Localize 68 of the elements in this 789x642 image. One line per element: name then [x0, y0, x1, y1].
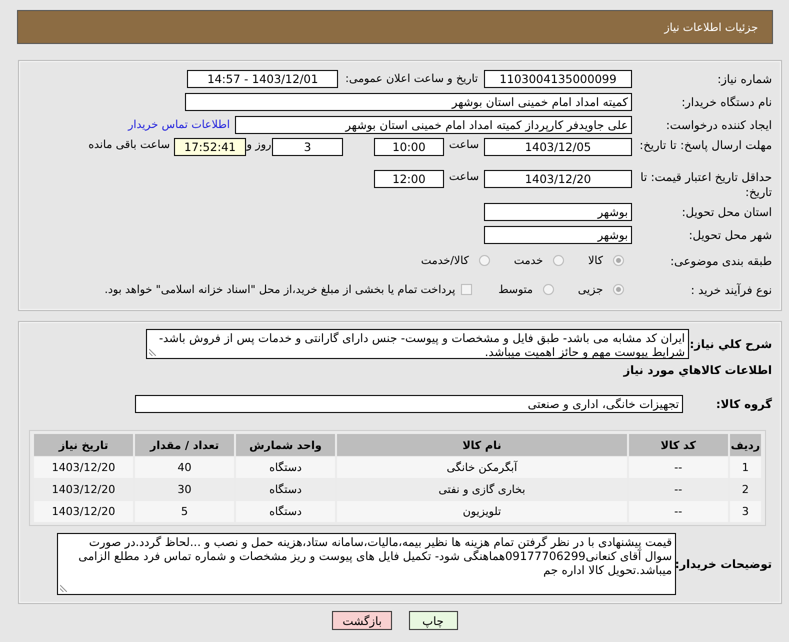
radio-button[interactable] [613, 284, 624, 295]
table-cell: 1 [730, 457, 761, 478]
table-cell: تلویزیون [337, 501, 627, 522]
text-field[interactable]: تجهیزات خانگی، اداری و صنعتی [135, 395, 683, 413]
field-label: گروه كالا: [715, 397, 772, 411]
column-header: ردیف [730, 434, 761, 456]
table-cell: آبگرمکن خانگی [337, 457, 627, 478]
checkbox[interactable] [461, 284, 472, 295]
resize-grip-icon[interactable] [149, 349, 156, 356]
text-field[interactable]: 10:00 [374, 138, 444, 156]
text-field[interactable]: 17:52:41 [174, 138, 246, 156]
table-cell: 40 [135, 457, 234, 478]
text-field[interactable]: بوشهر [484, 226, 632, 244]
field-label: ساعت [448, 138, 480, 151]
radio-button[interactable] [542, 284, 554, 295]
resize-grip-icon[interactable] [60, 585, 67, 592]
field-label: توضیحات خریدار: [676, 557, 772, 571]
column-header: تاریخ نیاز [34, 434, 133, 456]
field-label: طبقه بندی موضوعی: [669, 254, 772, 268]
field-label: شرح كلي نياز: [689, 337, 772, 351]
field-label: شهر محل تحویل: [688, 228, 772, 242]
text-area[interactable]: قیمت پیشنهادی با در نظر گرفتن تمام هزینه ها نظیر بیمه،مالیات،سامانه ستاد،هزینه حمل و نصب و ...لحاظ گردد.در صورت سوال آقای کنعانی09177706299هماهنگی شود- تکمیل فایل های پیوست و ریز مشخصات و شماره تماس فرد مطلع الزامی میباشد.تحویل کالا اداره جم [57, 533, 676, 595]
print-button[interactable]: چاپ [408, 611, 458, 630]
field-label: نوع فرآیند خرید : [690, 282, 772, 296]
radio-label: جزیی [578, 283, 603, 296]
radio-label: متوسط [498, 283, 533, 296]
column-header: کد کالا [628, 434, 728, 456]
table-cell: 1403/12/20 [34, 457, 133, 478]
field-label: ایجاد کننده درخواست: [665, 118, 772, 132]
text-field[interactable]: 1403/12/01 - 14:57 [187, 70, 338, 88]
field-label: استان محل تحویل: [680, 204, 772, 218]
table-cell: 1403/12/20 [34, 501, 133, 522]
radio-button[interactable] [478, 255, 490, 266]
field-label: روز و [246, 138, 272, 151]
page-title: جزئیات اطلاعات نیاز [664, 20, 758, 34]
field-label: نام دستگاه خریدار: [680, 94, 772, 108]
field-label: حداقل تاریخ اعتبار قیمت: تا تاریخ: [639, 170, 772, 200]
field-label: ساعت [448, 170, 480, 183]
section-title: اطلاعات كالاهاي مورد نياز [622, 362, 772, 377]
table-cell: -- [628, 457, 728, 478]
column-header: تعداد / مقدار [135, 434, 234, 456]
text-field[interactable]: کمیته امداد امام خمینی استان بوشهر [185, 92, 632, 110]
radio-label: کالا/خدمت [421, 254, 469, 267]
table-cell: -- [628, 501, 728, 522]
field-label: شماره نیاز: [716, 72, 772, 86]
radio-button[interactable] [613, 255, 624, 266]
back-button[interactable]: بازگشت [332, 611, 392, 630]
column-header: واحد شمارش [236, 434, 335, 456]
text-field[interactable]: 12:00 [374, 170, 444, 188]
table-cell: دستگاه [236, 501, 335, 522]
contact-link[interactable]: اطلاعات تماس خریدار [128, 118, 230, 131]
field-label: ساعت باقی مانده [88, 138, 170, 151]
text-field[interactable]: 1403/12/20 [484, 170, 632, 188]
text-field[interactable]: علی جاویدفر کارپرداز کمیته امداد امام خمینی استان بوشهر [235, 116, 632, 134]
checkbox-label: پرداخت تمام یا بخشی از مبلغ خرید،از محل "اسناد خزانه اسلامی" خواهد بود. [104, 283, 456, 296]
text-field[interactable]: 1403/12/05 [484, 138, 632, 156]
column-header: نام کالا [337, 434, 627, 456]
radio-label: کالا [588, 254, 603, 267]
text-field[interactable]: 1103004135000099 [484, 70, 632, 88]
field-label: مهلت ارسال پاسخ: تا تاریخ: [638, 138, 772, 153]
radio-label: خدمت [514, 254, 544, 267]
table-cell: 5 [135, 501, 234, 522]
table-cell: 3 [730, 501, 761, 522]
radio-button[interactable] [553, 255, 564, 266]
text-field[interactable]: 3 [272, 138, 343, 156]
field-label: تاریخ و ساعت اعلان عمومی: [345, 72, 478, 85]
text-field[interactable]: بوشهر [484, 202, 632, 220]
table-cell: دستگاه [236, 457, 335, 478]
